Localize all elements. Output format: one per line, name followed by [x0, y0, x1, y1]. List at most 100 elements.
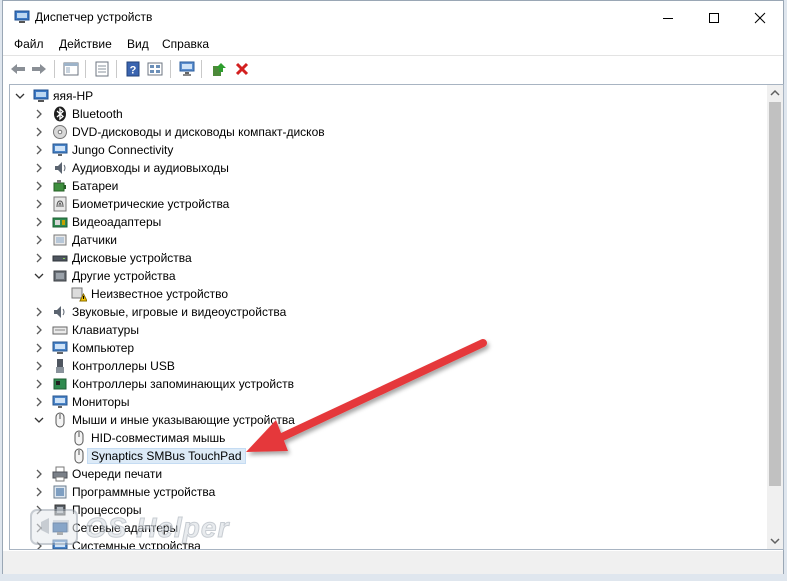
toolbar-divider	[116, 60, 117, 78]
expand-collapse-chevron-right-icon[interactable]	[34, 486, 44, 498]
storage-controller-icon	[52, 376, 68, 392]
toolbar-divider	[170, 60, 171, 78]
expand-collapse-chevron-right-icon[interactable]	[34, 360, 44, 372]
tree-category-node[interactable]: Процессоры	[10, 501, 767, 519]
vertical-scrollbar[interactable]	[767, 85, 783, 549]
tree-item-label: Аудиовходы и аудиовыходы	[72, 161, 229, 175]
expand-collapse-chevron-right-icon[interactable]	[34, 396, 44, 408]
expand-collapse-chevron-right-icon[interactable]	[34, 468, 44, 480]
toolbar-divider	[201, 60, 202, 78]
expand-collapse-chevron-right-icon[interactable]	[34, 522, 44, 534]
tree-category-node[interactable]: Сетевые адаптеры	[10, 519, 767, 537]
tree-device-node[interactable]: HID-совместимая мышь	[10, 429, 767, 447]
maximize-button[interactable]	[691, 1, 737, 34]
tree-category-node[interactable]: Биометрические устройства	[10, 195, 767, 213]
tree-item-label: Процессоры	[72, 503, 142, 517]
network-adapter-icon	[52, 520, 68, 536]
tree-category-node[interactable]: Контроллеры USB	[10, 357, 767, 375]
menu-help[interactable]: Справка	[162, 37, 209, 51]
tree-item-label: Биометрические устройства	[72, 197, 230, 211]
processor-icon	[52, 502, 68, 518]
mouse-icon	[71, 448, 87, 464]
device-tree[interactable]: яяя-HP Bluetooth DVD-дисководы и дисководы…	[9, 84, 784, 550]
tree-item-label: Неизвестное устройство	[91, 287, 229, 301]
back-button[interactable]	[9, 60, 27, 78]
tree-category-node[interactable]: Клавиатуры	[10, 321, 767, 339]
menu-view[interactable]: Вид	[127, 37, 149, 51]
tree-category-node[interactable]: Программные устройства	[10, 483, 767, 501]
update-driver-button[interactable]	[210, 60, 228, 78]
expand-collapse-chevron-right-icon[interactable]	[34, 504, 44, 516]
tree-category-node[interactable]: Дисковые устройства	[10, 249, 767, 267]
audio-icon	[52, 160, 68, 176]
expand-collapse-chevron-right-icon[interactable]	[34, 180, 44, 192]
title-bar[interactable]: Диспетчер устройств	[3, 1, 783, 34]
help-button[interactable]: ?	[124, 60, 142, 78]
toolbar-divider	[54, 60, 55, 78]
tree-category-node[interactable]: Видеоадаптеры	[10, 213, 767, 231]
expand-collapse-chevron-right-icon[interactable]	[34, 162, 44, 174]
forward-button[interactable]	[30, 60, 48, 78]
expand-collapse-chevron-right-icon[interactable]	[34, 342, 44, 354]
menu-file[interactable]: Файл	[14, 37, 44, 51]
expand-collapse-chevron-right-icon[interactable]	[34, 126, 44, 138]
expand-collapse-chevron-right-icon[interactable]	[34, 234, 44, 246]
tree-category-node[interactable]: Очереди печати	[10, 465, 767, 483]
expand-collapse-chevron-down-icon[interactable]	[34, 270, 44, 282]
tree-item-label: Видеоадаптеры	[72, 215, 162, 229]
tree-category-node[interactable]: Батареи	[10, 177, 767, 195]
usb-icon	[52, 358, 68, 374]
software-device-icon	[52, 484, 68, 500]
scroll-down-arrow[interactable]	[767, 533, 783, 549]
sensor-icon	[52, 232, 68, 248]
battery-icon	[52, 178, 68, 194]
expand-collapse-chevron-right-icon[interactable]	[34, 216, 44, 228]
tree-item-label: Системные устройства	[72, 539, 201, 550]
device-manager-app-icon	[14, 10, 30, 24]
tree-category-node[interactable]: Звуковые, игровые и видеоустройства	[10, 303, 767, 321]
expand-collapse-chevron-right-icon[interactable]	[34, 198, 44, 210]
tree-item-label: Клавиатуры	[72, 323, 139, 337]
scan-hardware-changes-button[interactable]	[178, 60, 196, 78]
view-button[interactable]	[146, 60, 164, 78]
tree-category-node[interactable]: Мыши и иные указывающие устройства	[10, 411, 767, 429]
tree-category-node[interactable]: Компьютер	[10, 339, 767, 357]
tree-category-node[interactable]: Системные устройства	[10, 537, 767, 550]
uninstall-device-button[interactable]	[233, 60, 251, 78]
expand-collapse-chevron-right-icon[interactable]	[34, 324, 44, 336]
expand-collapse-chevron-down-icon[interactable]	[15, 90, 25, 102]
mouse-icon	[52, 412, 68, 428]
tree-category-node[interactable]: Датчики	[10, 231, 767, 249]
keyboard-icon	[52, 322, 68, 338]
close-button[interactable]	[737, 1, 783, 34]
expand-collapse-chevron-right-icon[interactable]	[34, 378, 44, 390]
tree-category-node[interactable]: Контроллеры запоминающих устройств	[10, 375, 767, 393]
tree-device-node[interactable]: Неизвестное устройство	[10, 285, 767, 303]
scrollbar-thumb[interactable]	[769, 102, 781, 486]
fingerprint-icon	[52, 196, 68, 212]
tree-category-node[interactable]: DVD-дисководы и дисководы компакт-дисков	[10, 123, 767, 141]
show-hide-console-tree-button[interactable]	[62, 60, 80, 78]
menu-action[interactable]: Действие	[59, 37, 112, 51]
tree-item-label: Другие устройства	[72, 269, 176, 283]
expand-collapse-chevron-right-icon[interactable]	[34, 144, 44, 156]
expand-collapse-chevron-right-icon[interactable]	[34, 540, 44, 549]
tree-item-label: Мониторы	[72, 395, 130, 409]
computer-icon	[52, 340, 68, 356]
tree-category-node[interactable]: Мониторы	[10, 393, 767, 411]
minimize-button[interactable]	[645, 1, 691, 34]
expand-collapse-chevron-right-icon[interactable]	[34, 306, 44, 318]
properties-button[interactable]	[93, 60, 111, 78]
tree-item-label: Сетевые адаптеры	[72, 521, 179, 535]
tree-category-node[interactable]: Аудиовходы и аудиовыходы	[10, 159, 767, 177]
expand-collapse-chevron-right-icon[interactable]	[34, 252, 44, 264]
tree-category-node[interactable]: Bluetooth	[10, 105, 767, 123]
other-devices-icon	[52, 268, 68, 284]
scroll-up-arrow[interactable]	[767, 85, 783, 101]
expand-collapse-chevron-down-icon[interactable]	[34, 414, 44, 426]
tree-category-node[interactable]: Jungo Connectivity	[10, 141, 767, 159]
tree-category-node[interactable]: Другие устройства	[10, 267, 767, 285]
expand-collapse-chevron-right-icon[interactable]	[34, 108, 44, 120]
tree-device-node[interactable]: Synaptics SMBus TouchPad	[10, 447, 767, 465]
tree-root-node[interactable]: яяя-HP	[10, 87, 767, 105]
